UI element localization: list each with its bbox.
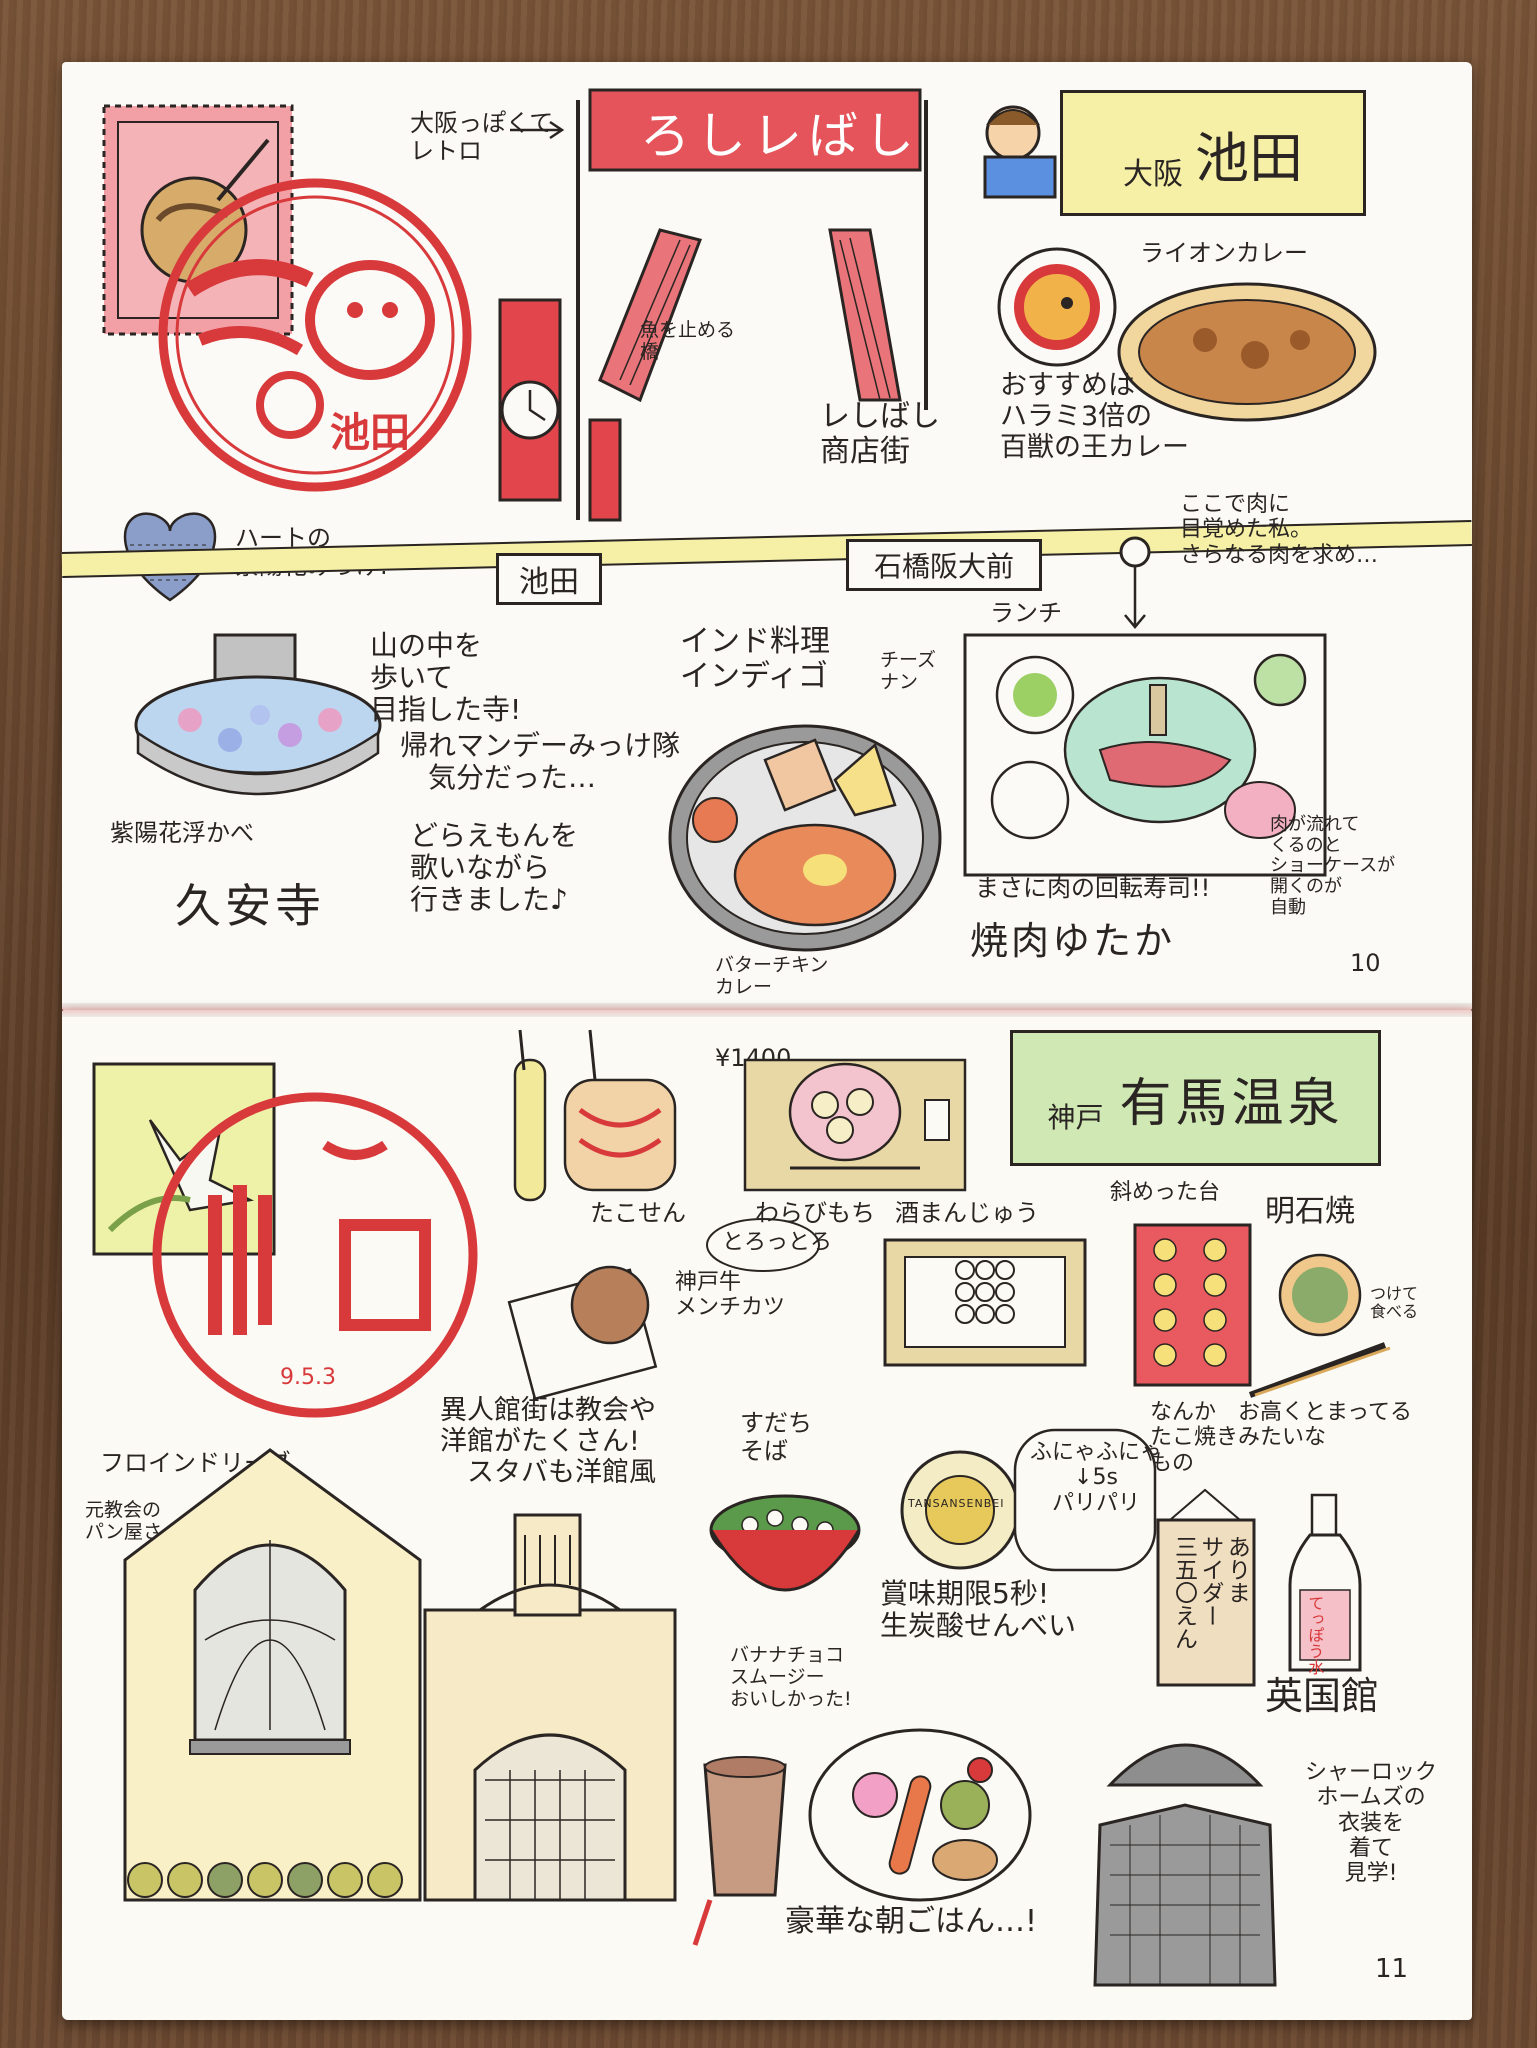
temple-walk-note: 山の中を 歩いて 目指した寺!	[370, 629, 522, 727]
page-number-11: 11	[1375, 1954, 1409, 1984]
ikeda-title: 池田	[1195, 126, 1303, 190]
takosen-label: たこせん	[590, 1199, 686, 1227]
bridge-note: 魚を止める 橋	[640, 319, 736, 363]
sudachi-soba-label: すだち そば	[740, 1409, 812, 1465]
page-number-10: 10	[1350, 949, 1381, 977]
kobe-arima-sign: 神戸 有馬温泉	[1010, 1030, 1381, 1166]
temple-name: 久安寺	[175, 879, 325, 933]
dip-note: つけて 食べる	[1370, 1284, 1419, 1322]
station-ishibashi: 石橋阪大前	[846, 539, 1042, 591]
stamp-place-label: 池田	[330, 410, 410, 456]
takosen-drawing	[513, 1029, 677, 1202]
sherlock-note: シャーロック ホームズの 衣装を 着て 見学!	[1305, 1760, 1438, 1887]
lunch-label: ランチ	[990, 599, 1062, 627]
starbucks-mansion-drawing	[423, 1513, 677, 1902]
chopsticks-icon	[1248, 1342, 1391, 1398]
senbei-note: 賞味期限5秒! 生炭酸せんべい	[880, 1577, 1077, 1643]
kobe-prefix: 神戸	[1047, 1101, 1104, 1134]
bottle-label: てっぽう水	[1305, 1595, 1325, 1675]
akashiyaki-label: 明石焼	[1265, 1194, 1355, 1229]
osaka-prefix: 大阪	[1123, 157, 1183, 192]
freundlieb-church-drawing	[123, 1448, 422, 1902]
warabimochi-label: わらびもち	[755, 1199, 875, 1227]
sudachi-soba-bowl	[709, 1494, 861, 1592]
warabimochi-tray	[743, 1058, 967, 1192]
breakfast-label: 豪華な朝ごはん…!	[785, 1904, 1038, 1939]
cider-bottle	[1288, 1493, 1362, 1672]
akashiyaki-note: なんか お高くとまってる たこ焼きみたいな もの	[1150, 1400, 1413, 1476]
floating-hydrangea-bowl	[134, 633, 382, 796]
smoothie-cup	[692, 1756, 787, 1946]
torotto-label: とろっとろ	[722, 1230, 833, 1255]
yakiniku-name: 焼肉ゆたか	[970, 919, 1176, 963]
kobe-menchi-katsu	[507, 1265, 658, 1401]
showcase-note: 肉が流れて くるのと ショーケースが 開くのが 自動	[1270, 814, 1396, 918]
indian-curry-plate	[668, 724, 942, 952]
tilted-stand-label: 斜めった台	[1110, 1180, 1221, 1205]
doraemon-note: どらえもんを 歌いながら 行きました♪	[410, 819, 579, 917]
ikeda-red-stamp-icon	[158, 178, 472, 492]
breakfast-plate	[808, 1728, 1032, 1902]
mandee-note: 帰れマンデーみっけ隊 気分だった…	[400, 729, 681, 795]
kobe-menchi-label: 神戸牛 メンチカツ	[675, 1270, 786, 1321]
person-character-icon	[983, 105, 1057, 199]
banana-smoothie-note: バナナチョコ スムージー おいしかった!	[730, 1644, 852, 1710]
ijinkan-note: 異人館街は教会や 洋館がたくさん! スタバも洋館風	[440, 1395, 656, 1489]
lion-curry-label: ライオンカレー	[1140, 239, 1308, 267]
stamp-date: 9.5.3	[280, 1365, 336, 1390]
lion-curry-icon	[997, 247, 1117, 367]
british-house-label: 英国館	[1265, 1674, 1380, 1718]
meat-awakening-note: ここで肉に 目覚めた私。 さらなる肉を求め…	[1180, 492, 1379, 568]
dashi-bowl	[1278, 1253, 1362, 1337]
crispy-note: ふにゃふにゃ ↓5s パリパリ	[1030, 1440, 1163, 1516]
indian-restaurant-name: インド料理 インディゴ	[680, 624, 830, 694]
sake-manju-label: 酒まんじゅう	[895, 1199, 1039, 1227]
butter-chicken-label: バターチキン カレー	[715, 954, 829, 998]
akashiyaki-board	[1133, 1223, 1252, 1387]
station-ikeda: 池田	[496, 553, 602, 605]
gate-sign-text: ろしレばし	[640, 107, 920, 165]
arima-title: 有馬温泉	[1119, 1073, 1344, 1134]
curry-recommend-note: おすすめは ハラミ3倍の 百獣の王カレー	[1000, 370, 1189, 464]
sake-manju-box	[883, 1238, 1087, 1367]
floating-hydrangea-label: 紫陽花浮かべ	[110, 819, 254, 847]
page-fold	[62, 1003, 1472, 1017]
conveyor-meat-note: まさに肉の回転寿司!!	[975, 874, 1211, 902]
shopping-street-label: レしばし 商店街	[820, 399, 940, 469]
arrow-down-icon	[1124, 565, 1146, 629]
sherlock-costume-drawing	[1093, 1743, 1277, 1987]
cheese-naan-label: チーズ ナン	[880, 649, 937, 693]
tansan-seal-text: TANSANSENBEI	[908, 1497, 1005, 1510]
arima-cider-tag: ありま サイダー 三五〇えん	[1170, 1535, 1250, 1650]
osaka-ikeda-sign: 大阪 池田	[1060, 90, 1366, 216]
